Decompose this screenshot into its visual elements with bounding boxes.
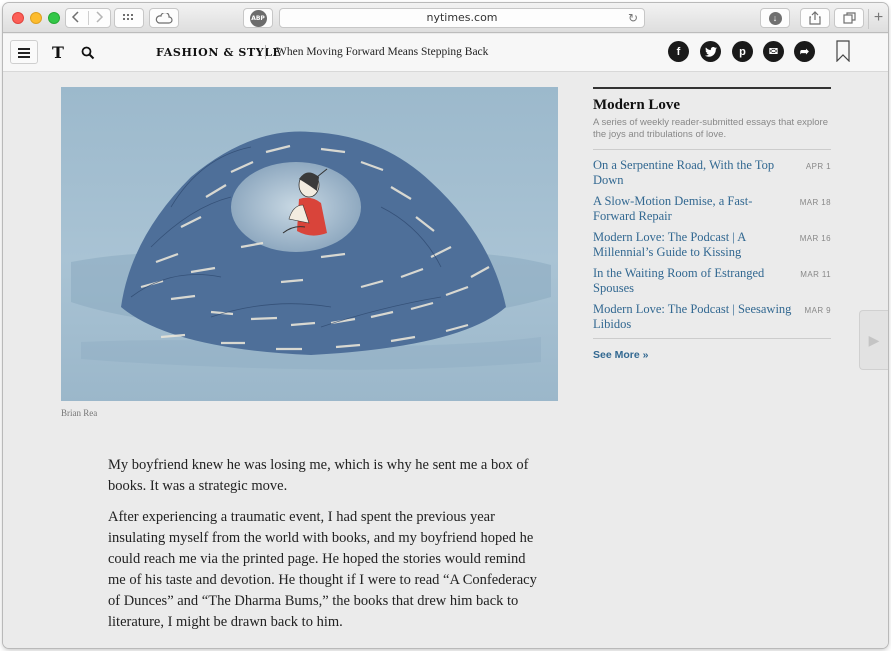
sidebar-item[interactable]: Modern Love: The Podcast | Seesawing Lib… <box>593 302 831 331</box>
fullscreen-window-button[interactable] <box>48 12 60 24</box>
sidebar-item-title[interactable]: A Slow-Motion Demise, a Fast-Forward Rep… <box>593 194 793 223</box>
bookmark-icon[interactable] <box>836 40 850 62</box>
show-tabs-button[interactable] <box>834 8 864 28</box>
email-icon[interactable]: ✉ <box>763 41 784 62</box>
book-pile-illustration <box>71 131 551 370</box>
reload-icon[interactable]: ↻ <box>628 9 638 27</box>
share-icon <box>809 11 821 25</box>
tabs-icon <box>842 12 856 24</box>
top-sites-button[interactable] <box>114 8 144 28</box>
close-window-button[interactable] <box>12 12 24 24</box>
cloud-icon <box>155 12 173 24</box>
next-article-tab[interactable]: ▶ <box>859 310 888 370</box>
sidebar-item-title[interactable]: On a Serpentine Road, With the Top Down <box>593 158 793 187</box>
new-tab-button[interactable]: + <box>868 9 888 29</box>
icloud-tabs-button[interactable] <box>149 8 179 28</box>
article-illustration <box>61 87 558 401</box>
forward-arrow-icon[interactable] <box>94 10 104 27</box>
modern-love-sidebar: Modern Love A series of weekly reader-su… <box>593 87 831 363</box>
see-more-link[interactable]: See More » <box>593 349 648 361</box>
address-bar[interactable]: nytimes.com ↻ <box>279 8 645 28</box>
sidebar-description: A series of weekly reader-submitted essa… <box>593 117 831 150</box>
adblock-button[interactable]: ABP <box>243 8 273 28</box>
sidebar-item-date: MAR 18 <box>799 198 831 207</box>
sidebar-item-date: MAR 16 <box>799 234 831 243</box>
browser-window: ABP nytimes.com ↻ ↓ + T FASHION & STYLE … <box>3 3 888 648</box>
history-nav <box>65 8 111 28</box>
download-icon: ↓ <box>768 11 782 25</box>
site-header: T FASHION & STYLE When Moving Forward Me… <box>3 34 888 72</box>
minimize-window-button[interactable] <box>30 12 42 24</box>
downloads-button[interactable]: ↓ <box>760 8 790 28</box>
search-icon[interactable] <box>81 46 95 60</box>
header-headline: When Moving Forward Means Stepping Back <box>276 46 489 58</box>
sidebar-item-title[interactable]: In the Waiting Room of Estranged Spouses <box>593 266 793 295</box>
article-paragraph: After experiencing a traumatic event, I … <box>108 509 537 630</box>
sidebar-item[interactable]: In the Waiting Room of Estranged Spouses… <box>593 266 831 295</box>
grid-icon <box>123 14 133 20</box>
twitter-icon[interactable] <box>700 41 721 62</box>
pinterest-icon[interactable]: p <box>732 41 753 62</box>
next-arrow-icon: ▶ <box>868 331 880 348</box>
sidebar-list: On a Serpentine Road, With the Top Down … <box>593 158 831 331</box>
sidebar-item[interactable]: On a Serpentine Road, With the Top Down … <box>593 158 831 187</box>
adblock-icon: ABP <box>249 9 267 27</box>
sidebar-title[interactable]: Modern Love <box>593 97 831 114</box>
share-arrow-icon[interactable]: ➦ <box>794 41 815 62</box>
section-name[interactable]: FASHION & STYLE <box>156 46 282 59</box>
sidebar-item-title[interactable]: Modern Love: The Podcast | A Millennial’… <box>593 230 793 259</box>
article-paragraph: My boyfriend knew he was losing me, whic… <box>108 457 529 494</box>
nyt-logo[interactable]: T <box>52 43 64 62</box>
browser-toolbar: ABP nytimes.com ↻ ↓ + <box>3 3 888 33</box>
share-button[interactable] <box>800 8 830 28</box>
facebook-icon[interactable]: f <box>668 41 689 62</box>
page-content: Brian Rea My boyfriend knew he was losin… <box>3 73 888 648</box>
sections-menu-button[interactable] <box>10 40 38 64</box>
sidebar-item-date: MAR 9 <box>804 306 831 315</box>
sidebar-item[interactable]: Modern Love: The Podcast | A Millennial’… <box>593 230 831 259</box>
sidebar-item-date: APR 1 <box>805 162 831 171</box>
sidebar-item[interactable]: A Slow-Motion Demise, a Fast-Forward Rep… <box>593 194 831 223</box>
back-arrow-icon[interactable] <box>71 10 81 27</box>
article-body: My boyfriend knew he was losing me, whic… <box>108 455 538 643</box>
sidebar-item-date: MAR 11 <box>800 270 831 279</box>
image-credit: Brian Rea <box>61 408 98 418</box>
url-text: nytimes.com <box>426 11 498 24</box>
sidebar-item-title[interactable]: Modern Love: The Podcast | Seesawing Lib… <box>593 302 793 331</box>
